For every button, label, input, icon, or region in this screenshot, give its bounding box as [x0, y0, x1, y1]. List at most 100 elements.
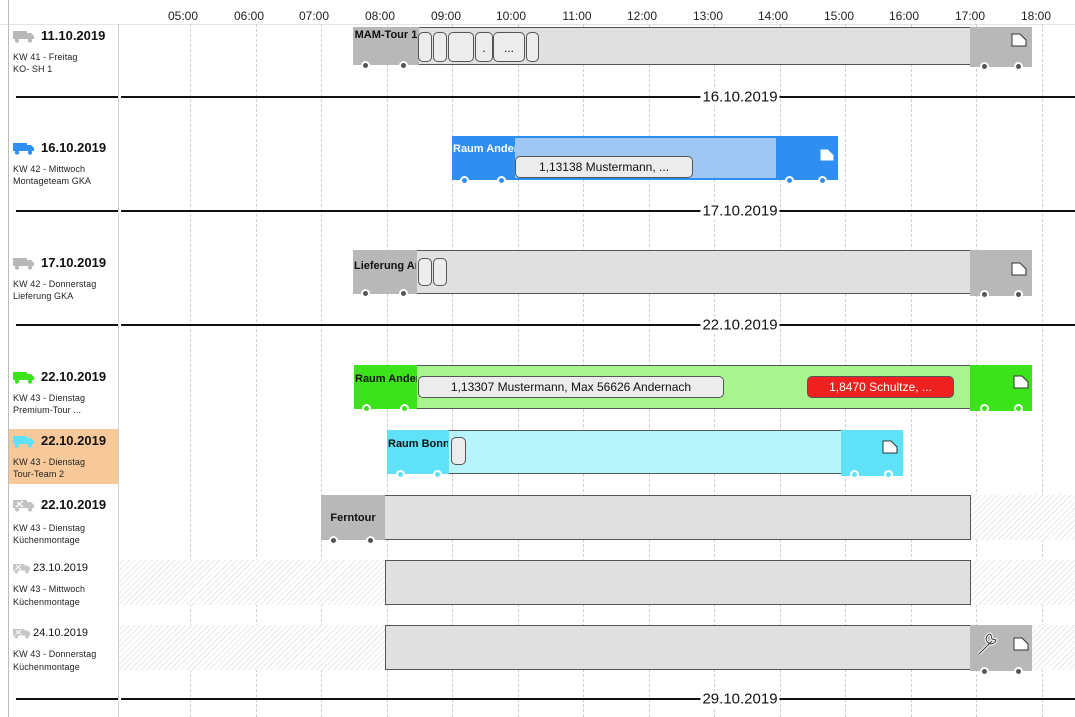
separator-line	[121, 698, 1075, 700]
hour-label: 09:00	[430, 9, 462, 23]
wheel-icon	[1014, 404, 1023, 413]
hour-label: 15:00	[823, 9, 855, 23]
hour-label: 14:00	[757, 9, 789, 23]
tour-cab	[970, 250, 1032, 296]
row-week: KW 43 - Donnerstag	[13, 649, 97, 659]
row-week: KW 42 - Mittwoch	[13, 164, 86, 174]
wheel-icon	[329, 536, 338, 545]
tour-cab	[970, 365, 1032, 411]
tour-cab	[776, 136, 838, 180]
tour-row-header[interactable]: 24.10.2019 KW 43 - Donnerstag Küchenmont…	[9, 627, 118, 677]
row-date: 16.10.2019	[41, 140, 107, 155]
wheel-icon	[884, 470, 893, 479]
windshield-icon	[1011, 33, 1027, 47]
separator-line	[121, 96, 1075, 98]
tour-row-header[interactable]: 22.10.2019 KW 43 - Dienstag Küchenmontag…	[9, 497, 118, 547]
separator-line	[16, 324, 118, 326]
row-week: KW 43 - Mittwoch	[13, 584, 86, 594]
tour-label: Ferntour	[330, 512, 376, 524]
row-team: Montageteam GKA	[13, 176, 92, 186]
windshield-icon	[1013, 637, 1029, 651]
order-pill[interactable]	[526, 32, 539, 62]
unavailable-area	[970, 495, 1075, 540]
row-team: Lieferung GKA	[13, 291, 74, 301]
hour-gridline	[256, 24, 257, 717]
hour-label: 05:00	[167, 9, 199, 23]
wheel-icon	[980, 290, 989, 299]
order-pill[interactable]: 1,13138 Mustermann, ...	[515, 156, 693, 178]
separator-date: 17.10.2019	[700, 202, 780, 220]
row-week: KW 41 - Freitag	[13, 52, 78, 62]
tour-label: Raum Andernach	[453, 143, 515, 155]
order-pill[interactable]	[433, 32, 447, 62]
tour-body[interactable]	[385, 625, 971, 670]
truck-icon	[13, 436, 34, 448]
order-pill-alert[interactable]: 1,8470 Schultze, ...	[807, 376, 954, 398]
hour-label: 07:00	[298, 9, 330, 23]
hour-label: 08:00	[364, 9, 396, 23]
hour-label: 17:00	[954, 9, 986, 23]
hour-label: 16:00	[888, 9, 920, 23]
order-pill[interactable]	[418, 258, 432, 286]
tour-cab	[970, 625, 1032, 671]
truck-icon	[13, 258, 34, 270]
tour-cab	[354, 365, 417, 409]
tour-label: Lieferung Andernach	[354, 260, 416, 272]
order-pill[interactable]: 1,13307 Mustermann, Max 56626 Andernach	[418, 376, 724, 398]
order-pill[interactable]	[448, 32, 474, 62]
wheel-icon	[460, 176, 469, 185]
tour-row-header[interactable]: 23.10.2019 KW 43 - Mittwoch Küchenmontag…	[9, 562, 118, 612]
tour-label: Raum Bonn	[388, 438, 448, 450]
row-date: 24.10.2019	[33, 627, 89, 639]
sidebar-divider	[118, 24, 119, 717]
row-team: Küchenmontage	[13, 535, 80, 545]
row-team: KO- SH 1	[13, 64, 53, 74]
tour-cab	[841, 430, 903, 476]
row-team: Küchenmontage	[13, 597, 80, 607]
wheel-icon	[399, 61, 408, 70]
windshield-icon	[1013, 375, 1029, 389]
wheel-icon	[1014, 290, 1023, 299]
tour-row-header-selected[interactable]: 22.10.2019 KW 43 - Dienstag Tour-Team 2	[9, 429, 118, 484]
wheel-icon	[399, 289, 408, 298]
row-week: KW 43 - Dienstag	[13, 523, 86, 533]
wheel-icon	[366, 536, 375, 545]
hour-label: 18:00	[1020, 9, 1052, 23]
row-date: 22.10.2019	[41, 433, 107, 448]
tour-row-header[interactable]: 17.10.2019 KW 42 - Donnerstag Lieferung …	[9, 254, 118, 304]
wheel-icon	[361, 289, 370, 298]
order-pill[interactable]: ...	[493, 32, 525, 62]
tour-body[interactable]	[321, 495, 971, 540]
hour-label: 11:00	[562, 9, 592, 23]
tour-label: Raum Andernach	[355, 373, 417, 385]
separator-line	[16, 96, 118, 98]
order-pill[interactable]	[433, 258, 447, 286]
wheel-icon	[818, 176, 827, 185]
wheel-icon	[785, 176, 794, 185]
row-date: 11.10.2019	[41, 28, 106, 43]
tour-row-header[interactable]: 22.10.2019 KW 43 - Dienstag Premium-Tour…	[9, 368, 118, 418]
order-pill[interactable]	[451, 437, 466, 465]
hour-gridline	[1042, 24, 1043, 717]
tour-cab	[970, 27, 1032, 67]
row-week: KW 43 - Dienstag	[13, 393, 86, 403]
tour-body[interactable]	[385, 560, 971, 605]
hour-label: 13:00	[692, 9, 724, 23]
wheel-icon	[850, 470, 859, 479]
tour-row-header[interactable]: 16.10.2019 KW 42 - Mittwoch Montageteam …	[9, 139, 118, 189]
order-pill[interactable]	[418, 32, 432, 62]
wheel-icon	[1014, 667, 1023, 676]
truck-icon	[13, 143, 34, 155]
tools-truck-icon	[13, 500, 34, 512]
timeline-header: 05:00 06:00 07:00 08:00 09:00 10:00 11:0…	[0, 0, 1075, 25]
separator-date: 22.10.2019	[700, 316, 780, 334]
row-team: Premium-Tour ...	[13, 405, 82, 415]
wheel-icon	[400, 404, 409, 413]
tour-row-header[interactable]: 11.10.2019 KW 41 - Freitag KO- SH 1	[9, 27, 118, 77]
order-pill[interactable]: .	[475, 32, 493, 62]
tools-truck-icon	[13, 563, 31, 574]
hour-gridline	[321, 24, 322, 717]
separator-date: 16.10.2019	[700, 88, 780, 106]
tour-cab	[353, 250, 417, 294]
hour-label: 10:00	[495, 9, 527, 23]
